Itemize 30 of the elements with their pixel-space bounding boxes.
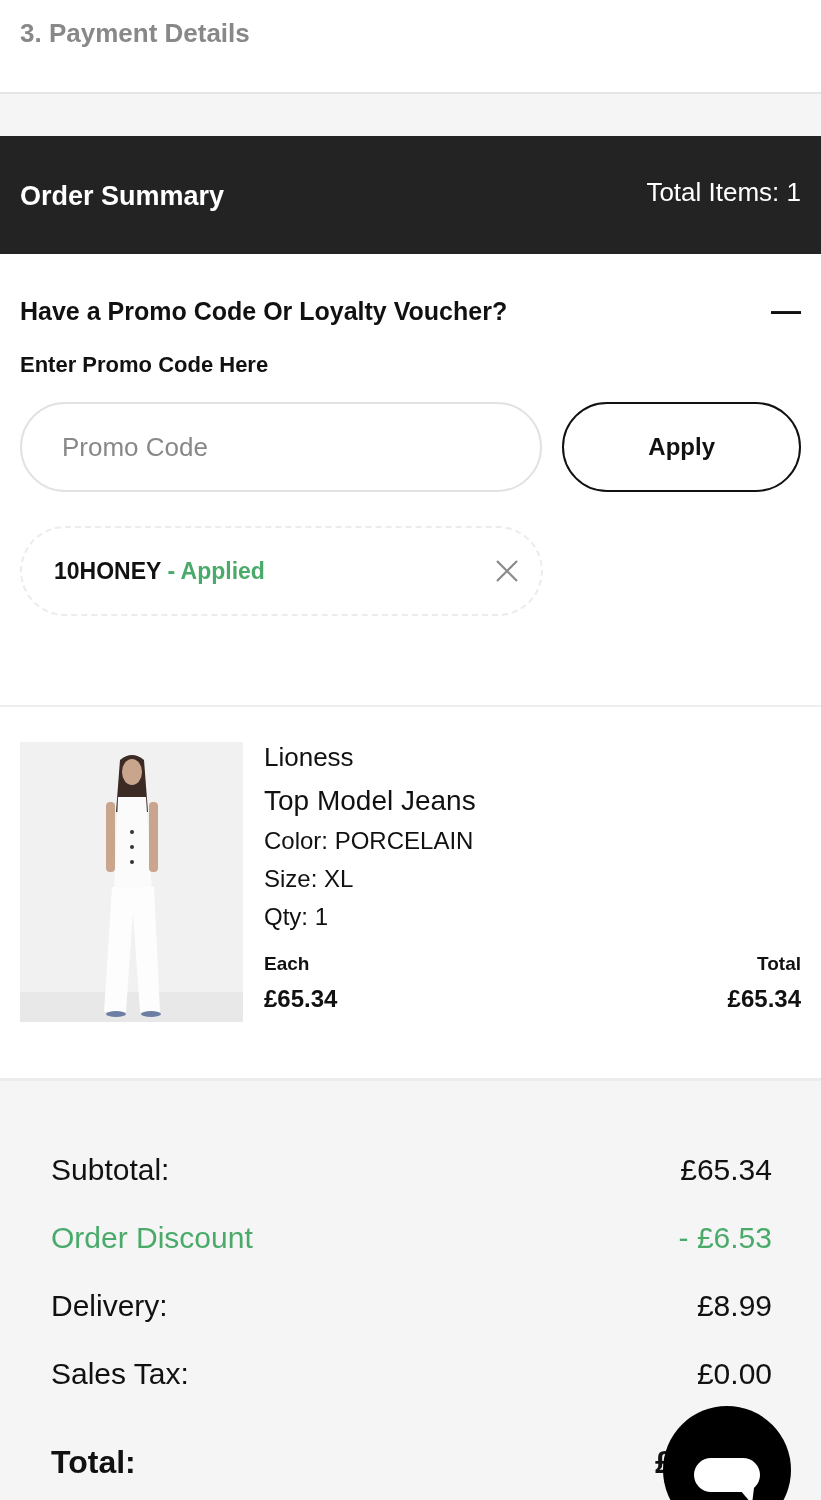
collapse-toggle[interactable]: — (771, 294, 801, 328)
step-title: 3. Payment Details (20, 18, 250, 48)
summary-title: Order Summary (20, 180, 225, 212)
applied-status: - Applied (167, 557, 265, 585)
product-detail: Size: XL (264, 865, 355, 893)
apply-button[interactable]: Apply (562, 402, 801, 492)
product-detail: Qty: 1 (264, 903, 330, 931)
total-label: Total: (51, 1443, 136, 1481)
price-label: Each (264, 953, 311, 975)
total-label: Delivery: (51, 1289, 168, 1323)
total-label: Order Discount (51, 1221, 253, 1255)
product-name: Top Model Jeans (264, 785, 477, 817)
promo-code-field[interactable]: Promo Code (20, 402, 543, 492)
total-label: Sales Tax: (51, 1357, 189, 1391)
product-brand: Lioness (264, 742, 355, 773)
total-value: £0.00 (696, 1357, 772, 1391)
price-label: Total (757, 953, 801, 975)
promo-question[interactable]: Have a Promo Code Or Loyalty Voucher? (20, 296, 508, 326)
product-detail: Color: PORCELAIN (264, 827, 475, 855)
chat-icon (694, 1458, 760, 1500)
close-icon[interactable] (495, 559, 519, 583)
line-total: £65.34 (727, 985, 801, 1013)
total-items: Total Items: 1 (646, 176, 801, 208)
applied-code: 10HONEY (54, 557, 162, 585)
total-value: £8.99 (696, 1289, 772, 1323)
unit-price: £65.34 (264, 985, 338, 1013)
field-label: Enter Promo Code Here (20, 352, 270, 378)
total-value: - £6.53 (678, 1221, 772, 1255)
total-value: £65.34 (680, 1153, 772, 1187)
total-label: Subtotal: (51, 1153, 170, 1187)
